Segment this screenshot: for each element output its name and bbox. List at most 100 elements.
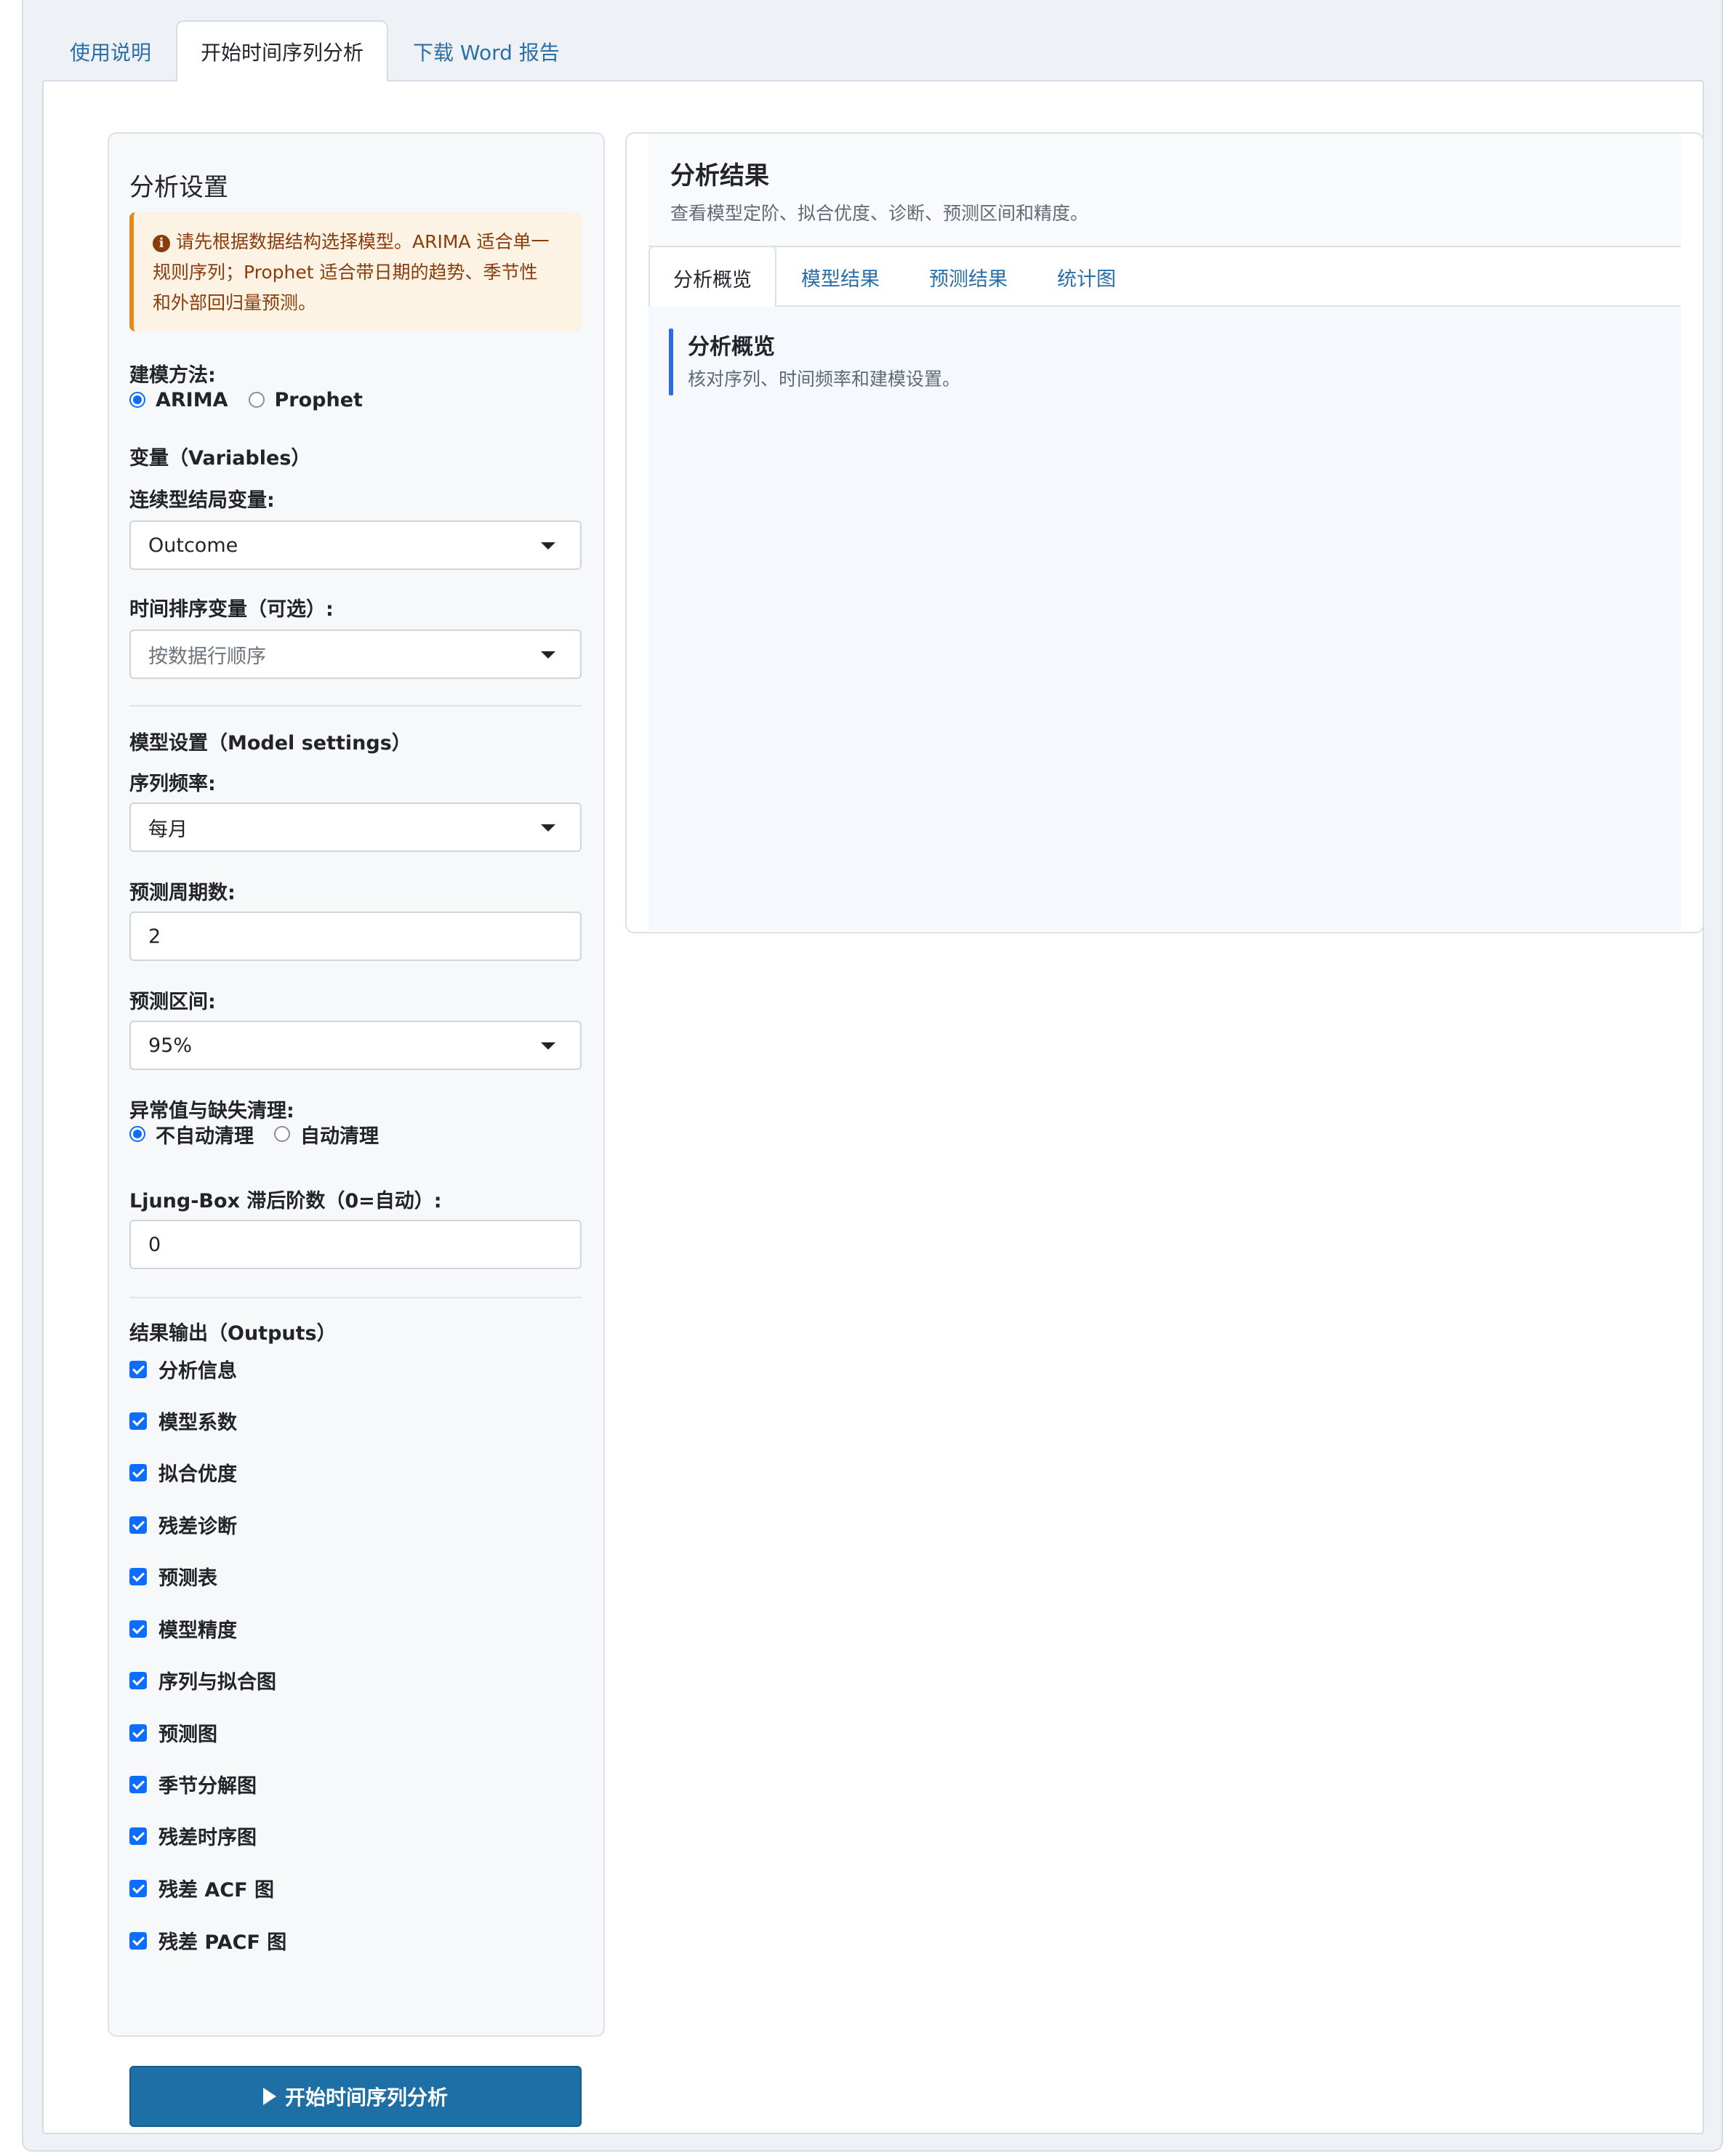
ljung-box-input[interactable]: 0 [129, 1220, 582, 1269]
checkbox-checked-icon[interactable] [129, 1463, 147, 1481]
divider [129, 1297, 582, 1298]
outcome-value: Outcome [148, 534, 238, 557]
model-settings-section-title: 模型设置（Model settings） [129, 732, 411, 755]
alert-line-2: 规则序列；Prophet 适合带日期的趋势、季节性 [153, 262, 538, 283]
output-option[interactable]: 模型精度 [129, 1614, 237, 1643]
output-option-label[interactable]: 模型精度 [158, 1614, 237, 1643]
alert-line-3: 和外部回归量预测。 [153, 292, 317, 313]
tab-download-report[interactable]: 下载 Word 报告 [388, 20, 585, 81]
tab-overview[interactable]: 分析概览 [648, 246, 776, 308]
method-arima-radio[interactable] [129, 392, 145, 408]
checkbox-checked-icon[interactable] [129, 1879, 147, 1897]
settings-panel: 分析设置 i 请先根据数据结构选择模型。ARIMA 适合单一 规则序列；Proph… [108, 132, 605, 2127]
chevron-down-icon [541, 1042, 555, 1050]
output-option[interactable]: 拟合优度 [129, 1458, 237, 1487]
checkbox-checked-icon[interactable] [129, 1516, 147, 1534]
chevron-down-icon [541, 542, 555, 550]
outcome-select[interactable]: Outcome [129, 520, 582, 570]
checkbox-checked-icon[interactable] [129, 1567, 147, 1585]
output-option-label[interactable]: 季节分解图 [158, 1770, 257, 1798]
ljung-box-label: Ljung-Box 滞后阶数（0=自动）: [129, 1190, 442, 1212]
checkbox-checked-icon[interactable] [129, 1360, 147, 1378]
output-option[interactable]: 残差 PACF 图 [129, 1926, 286, 1955]
output-option-label[interactable]: 预测图 [158, 1718, 217, 1747]
model-hint-alert: i 请先根据数据结构选择模型。ARIMA 适合单一 规则序列；Prophet 适合… [129, 212, 582, 331]
tab-model-results[interactable]: 模型结果 [776, 246, 904, 307]
output-option[interactable]: 预测表 [129, 1562, 217, 1590]
time-variable-label: 时间排序变量（可选）: [129, 598, 334, 621]
output-option[interactable]: 分析信息 [129, 1355, 237, 1383]
horizon-label: 预测周期数: [129, 882, 236, 904]
run-analysis-button[interactable]: 开始时间序列分析 [129, 2066, 582, 2127]
checkbox-checked-icon[interactable] [129, 1620, 147, 1638]
horizon-input[interactable]: 2 [129, 912, 582, 961]
settings-title: 分析设置 [129, 173, 228, 202]
overview-content: 分析概览 核对序列、时间频率和建模设置。 [648, 307, 1681, 930]
method-arima-label[interactable]: ARIMA [156, 389, 228, 411]
results-title: 分析结果 [670, 161, 769, 190]
interval-label: 预测区间: [129, 991, 216, 1013]
tab-instructions[interactable]: 使用说明 [45, 20, 176, 81]
method-prophet-label[interactable]: Prophet [275, 389, 363, 411]
no-auto-clean-label[interactable]: 不自动清理 [156, 1120, 254, 1149]
checkbox-checked-icon[interactable] [129, 1931, 147, 1950]
method-label: 建模方法: [129, 364, 216, 387]
method-radio-group: ARIMA Prophet [129, 385, 383, 414]
output-option[interactable]: 残差时序图 [129, 1822, 257, 1850]
output-option-label[interactable]: 拟合优度 [158, 1458, 237, 1487]
output-option[interactable]: 序列与拟合图 [129, 1666, 276, 1694]
variables-section-title: 变量（Variables） [129, 447, 311, 470]
auto-clean-label[interactable]: 自动清理 [300, 1120, 379, 1149]
output-option[interactable]: 残差诊断 [129, 1511, 237, 1539]
horizon-value: 2 [148, 925, 161, 948]
app-frame: 使用说明 开始时间序列分析 下载 Word 报告 分析设置 i 请先根据数据结构选… [22, 0, 1723, 2152]
tab-forecast-results[interactable]: 预测结果 [904, 246, 1032, 307]
checkbox-checked-icon[interactable] [129, 1671, 147, 1689]
output-option-label[interactable]: 预测表 [158, 1562, 217, 1590]
play-icon [262, 2088, 276, 2105]
interval-select[interactable]: 95% [129, 1021, 582, 1070]
no-auto-clean-radio[interactable] [129, 1126, 145, 1142]
frequency-select[interactable]: 每月 [129, 803, 582, 852]
outputs-section-title: 结果输出（Outputs） [129, 1322, 337, 1345]
results-panel: 分析结果 查看模型定阶、拟合优度、诊断、预测区间和精度。 分析概览 模型结果 预… [625, 132, 1704, 933]
alert-line-1: 请先根据数据结构选择模型。ARIMA 适合单一 [176, 231, 550, 252]
main-tab-bar: 使用说明 开始时间序列分析 下载 Word 报告 [45, 20, 585, 81]
output-option-label[interactable]: 残差时序图 [158, 1822, 257, 1850]
checkbox-checked-icon[interactable] [129, 1412, 147, 1430]
output-option[interactable]: 模型系数 [129, 1407, 237, 1435]
output-option[interactable]: 预测图 [129, 1718, 217, 1747]
outcome-label: 连续型结局变量: [129, 489, 275, 512]
chevron-down-icon [541, 824, 555, 832]
ljung-box-value: 0 [148, 1233, 161, 1256]
output-option-label[interactable]: 序列与拟合图 [158, 1666, 276, 1694]
auto-clean-radio[interactable] [274, 1126, 290, 1142]
output-option[interactable]: 季节分解图 [129, 1770, 257, 1798]
output-option-label[interactable]: 残差 ACF 图 [158, 1874, 274, 1902]
method-prophet-radio[interactable] [248, 392, 265, 408]
tab-content: 分析设置 i 请先根据数据结构选择模型。ARIMA 适合单一 规则序列；Proph… [42, 80, 1704, 2134]
checkbox-checked-icon[interactable] [129, 1827, 147, 1845]
overview-title: 分析概览 [688, 334, 775, 360]
output-option-label[interactable]: 分析信息 [158, 1355, 237, 1383]
tab-start-analysis[interactable]: 开始时间序列分析 [176, 20, 389, 81]
output-option[interactable]: 残差 ACF 图 [129, 1874, 274, 1902]
run-analysis-label: 开始时间序列分析 [284, 2085, 448, 2109]
results-header: 分析结果 查看模型定阶、拟合优度、诊断、预测区间和精度。 [648, 134, 1681, 246]
time-variable-select[interactable]: 按数据行顺序 [129, 629, 582, 679]
interval-value: 95% [148, 1034, 193, 1057]
divider [129, 705, 582, 707]
output-option-label[interactable]: 残差诊断 [158, 1511, 237, 1539]
chevron-down-icon [541, 651, 555, 659]
frequency-value: 每月 [148, 818, 188, 841]
overview-subtitle: 核对序列、时间频率和建模设置。 [688, 369, 961, 390]
info-icon: i [153, 235, 170, 252]
output-option-label[interactable]: 模型系数 [158, 1407, 237, 1435]
output-option-label[interactable]: 残差 PACF 图 [158, 1926, 286, 1955]
results-subtitle: 查看模型定阶、拟合优度、诊断、预测区间和精度。 [670, 203, 1089, 224]
checkbox-checked-icon[interactable] [129, 1775, 147, 1793]
checkbox-checked-icon[interactable] [129, 1723, 147, 1742]
tab-charts[interactable]: 统计图 [1032, 246, 1141, 307]
results-tab-bar: 分析概览 模型结果 预测结果 统计图 [648, 246, 1681, 308]
frequency-label: 序列频率: [129, 773, 216, 795]
